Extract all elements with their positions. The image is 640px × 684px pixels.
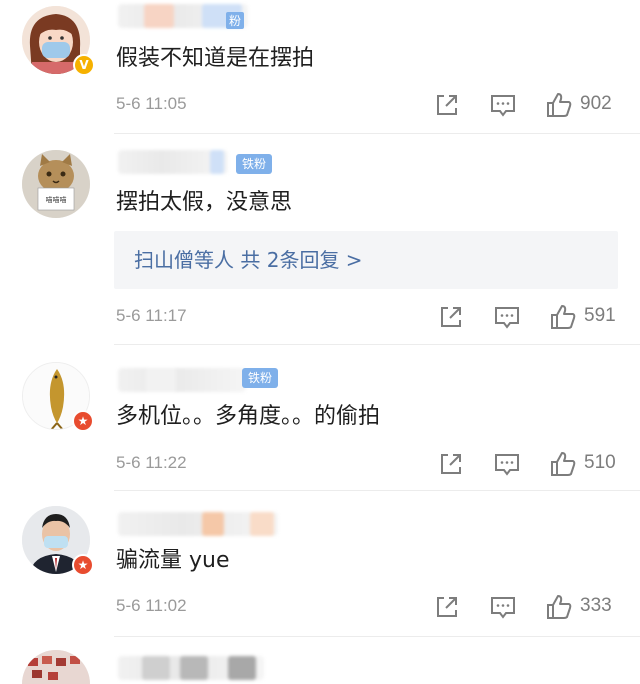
divider	[114, 636, 640, 637]
like-count: 902	[580, 93, 612, 114]
like-icon[interactable]	[544, 90, 574, 120]
member-badge: ★	[72, 410, 94, 432]
like-icon[interactable]	[548, 449, 578, 479]
comment-text: 摆拍太假，没意思	[116, 190, 293, 215]
share-icon[interactable]	[436, 449, 466, 479]
comment-meta: 5-6 11:22 510	[0, 449, 640, 479]
comment-icon[interactable]	[488, 90, 518, 120]
avatar-cat-image: 喵喵喵	[22, 150, 90, 218]
share-icon[interactable]	[432, 90, 462, 120]
comment-text: 假装不知道是在摆拍	[116, 46, 315, 71]
divider	[114, 490, 640, 491]
comment-item: ★ 铁粉 多机位。。多角度。。的偷拍 5-6 11:22 510	[0, 354, 640, 490]
comment-icon[interactable]	[492, 449, 522, 479]
username-blurred[interactable]	[118, 656, 264, 680]
comment-text: 骗流量 yue	[116, 548, 230, 573]
comment-meta: 5-6 11:17 591	[0, 302, 640, 332]
like-icon[interactable]	[544, 592, 574, 622]
avatar-pattern-image	[22, 650, 90, 684]
like-count: 333	[580, 595, 612, 616]
like-icon[interactable]	[548, 302, 578, 332]
comment-time: 5-6 11:05	[116, 94, 187, 113]
share-icon[interactable]	[436, 302, 466, 332]
username-blurred[interactable]	[118, 368, 246, 392]
comment-meta: 5-6 11:05 902	[0, 90, 640, 120]
username-blurred[interactable]	[118, 150, 228, 174]
fan-badge-partial: 粉	[226, 12, 245, 29]
verified-badge: V	[73, 54, 95, 76]
comment-time: 5-6 11:02	[116, 596, 187, 615]
share-icon[interactable]	[432, 592, 462, 622]
avatar[interactable]	[22, 650, 90, 684]
comment-icon[interactable]	[492, 302, 522, 332]
member-badge: ★	[72, 554, 94, 576]
comment-time: 5-6 11:17	[116, 306, 187, 325]
comment-time: 5-6 11:22	[116, 453, 187, 472]
comment-meta: 5-6 11:02 333	[0, 592, 640, 622]
comment-item: 喵喵喵 铁粉 摆拍太假，没意思 扫山僧等人 共 2条回复 > 5-6 11:17…	[0, 140, 640, 340]
comment-item: ★ 骗流量 yue 5-6 11:02 333	[0, 498, 640, 632]
comment-text: 多机位。。多角度。。的偷拍	[116, 404, 381, 429]
like-count: 591	[584, 305, 616, 326]
avatar[interactable]: 喵喵喵	[22, 150, 90, 218]
comment-item	[0, 644, 640, 684]
like-count: 510	[584, 452, 616, 473]
reply-summary-link[interactable]: 扫山僧等人 共 2条回复 >	[114, 231, 618, 289]
fan-badge: 铁粉	[242, 368, 279, 388]
sign-text: 喵喵喵	[46, 196, 67, 204]
username-blurred[interactable]	[118, 512, 278, 536]
comment-item: V 粉 假装不知道是在摆拍 5-6 11:05 902	[0, 0, 640, 130]
fan-badge: 铁粉	[236, 154, 273, 174]
divider	[114, 344, 640, 345]
comment-icon[interactable]	[488, 592, 518, 622]
divider	[114, 133, 640, 134]
